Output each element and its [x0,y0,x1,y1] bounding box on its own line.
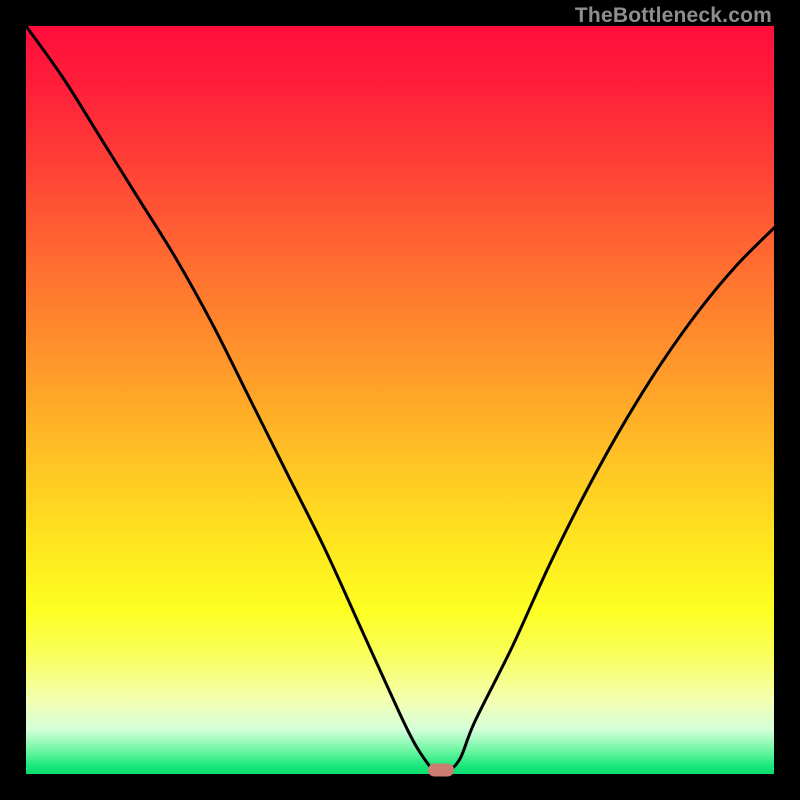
minimum-marker [428,764,454,777]
plot-area [26,26,774,774]
bottleneck-curve [26,26,774,774]
watermark-text: TheBottleneck.com [575,4,772,28]
chart-container: TheBottleneck.com [0,0,800,800]
